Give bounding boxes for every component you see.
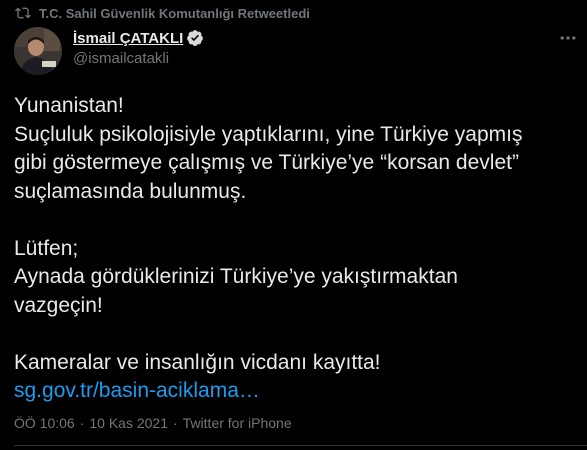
- tweet-source[interactable]: Twitter for iPhone: [183, 415, 292, 431]
- retweet-indicator[interactable]: T.C. Sahil Güvenlik Komutanlığı Retweetl…: [15, 4, 310, 22]
- tweet-date[interactable]: 10 Kas 2021: [89, 415, 168, 431]
- verified-badge-icon: [186, 29, 204, 47]
- tweet-line: Kameralar ve insanlığın vicdanı kayıtta!: [14, 350, 381, 374]
- tweet-line: gibi göstermeye çalışmış ve Türkiye’ye “…: [14, 151, 519, 174]
- profile-avatar[interactable]: [14, 27, 62, 75]
- meta-separator: ·: [79, 415, 85, 431]
- divider: [14, 445, 587, 446]
- author-handle[interactable]: @ismailcatakli: [73, 50, 169, 67]
- retweet-text: T.C. Sahil Güvenlik Komutanlığı Retweetl…: [39, 5, 310, 21]
- tweet-line: Aynada gördüklerinizi Türkiye’ye yakıştı…: [14, 265, 458, 288]
- more-options-button[interactable]: [555, 25, 581, 51]
- tweet-line: suçlamasında bulunmuş.: [14, 179, 247, 203]
- more-options-icon: [560, 36, 576, 40]
- tweet-card[interactable]: T.C. Sahil Güvenlik Komutanlığı Retweetl…: [0, 0, 587, 450]
- author-display-name[interactable]: İsmail ÇATAKLI: [73, 30, 183, 47]
- tweet-line: vazgeçin!: [14, 293, 103, 317]
- tweet-time[interactable]: ÖÖ 10:06: [14, 415, 75, 431]
- retweet-icon: [15, 5, 31, 21]
- meta-separator: ·: [173, 415, 178, 431]
- tweet-line: Yunanistan!: [14, 94, 124, 117]
- tweet-text: Yunanistan! Suçluluk psikolojisiyle yapt…: [14, 92, 579, 406]
- tweet-meta: ÖÖ 10:06 · 10 Kas 2021 · Twitter for iPh…: [14, 414, 292, 432]
- tweet-line: Lütfen;: [14, 236, 79, 260]
- tweet-link[interactable]: sg.gov.tr/basin-aciklama…: [14, 377, 260, 406]
- author-name-row[interactable]: İsmail ÇATAKLI: [73, 28, 204, 48]
- tweet-line: Suçluluk psikolojisiyle yaptıklarını, yi…: [14, 122, 523, 146]
